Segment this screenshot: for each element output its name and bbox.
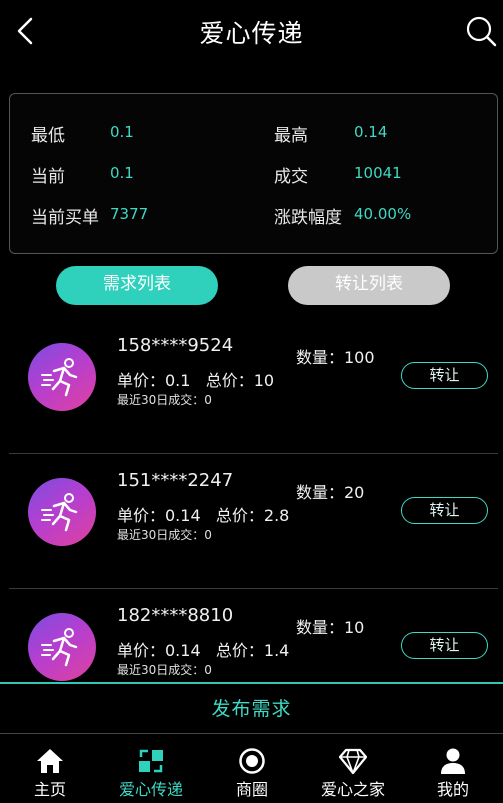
high-value: 0.14 — [354, 123, 388, 141]
transfer-button[interactable]: 转让 — [401, 497, 488, 524]
diamond-icon — [339, 748, 367, 775]
exchange-icon — [139, 749, 163, 773]
tab-transfer-list[interactable]: 转让列表 — [288, 266, 450, 305]
transfer-button[interactable]: 转让 — [401, 632, 488, 659]
total-price: 总价：1.4 — [215, 641, 290, 660]
user-phone: 158****9524 — [117, 335, 234, 356]
nav-item-love-home[interactable]: 爱心之家 — [303, 735, 403, 803]
recent-deals: 最近30日成交：0 — [117, 663, 212, 677]
recent-deals: 最近30日成交：0 — [117, 528, 212, 542]
price-row: 单价：0.1 总价：10 — [117, 367, 274, 391]
total-price: 总价：2.8 — [215, 506, 290, 525]
low-label: 最低 — [31, 126, 65, 146]
bottom-nav: 主页 爱心传递 商圈 爱心之家 我的 — [0, 735, 503, 803]
search-icon — [466, 16, 497, 47]
quantity: 数量：10 — [296, 618, 365, 637]
change-value: 40.00% — [354, 205, 412, 223]
deals-value: 10041 — [354, 164, 402, 182]
recent-deals: 最近30日成交：0 — [117, 393, 212, 407]
list-item: 182****8810 单价：0.14 总价：1.4 最近30日成交：0 数量：… — [9, 588, 498, 682]
user-phone: 151****2247 — [117, 470, 234, 491]
quantity: 数量：100 — [296, 348, 375, 367]
list-item: 151****2247 单价：0.14 总价：2.8 最近30日成交：0 数量：… — [9, 453, 498, 589]
buy-orders-value: 7377 — [110, 205, 149, 223]
low-value: 0.1 — [110, 123, 134, 141]
current-value: 0.1 — [110, 164, 134, 182]
nav-label: 我的 — [436, 780, 469, 799]
nav-item-home[interactable]: 主页 — [0, 735, 100, 803]
running-person-icon — [41, 628, 78, 667]
search-button[interactable] — [464, 14, 498, 48]
circle-target-icon — [239, 748, 265, 774]
total-price: 总价：10 — [205, 371, 275, 390]
demand-list[interactable]: 158****9524 单价：0.1 总价：10 最近30日成交：0 数量：10… — [0, 318, 503, 682]
header: 爱心传递 — [0, 0, 503, 62]
price-row: 单价：0.14 总价：1.4 — [117, 637, 289, 661]
running-person-icon — [41, 493, 78, 532]
nav-item-love-transfer[interactable]: 爱心传递 — [101, 735, 201, 803]
unit-price: 单价：0.14 — [117, 506, 201, 525]
publish-demand-button[interactable]: 发布需求 — [0, 682, 503, 734]
nav-label: 爱心传递 — [118, 780, 183, 799]
high-label: 最高 — [274, 126, 308, 146]
home-icon — [37, 749, 63, 773]
tab-demand-list[interactable]: 需求列表 — [56, 266, 218, 305]
nav-label: 爱心之家 — [320, 780, 385, 799]
avatar — [28, 343, 96, 411]
current-label: 当前 — [31, 167, 65, 187]
page-title: 爱心传递 — [199, 19, 304, 48]
deals-label: 成交 — [274, 167, 308, 187]
nav-item-mine[interactable]: 我的 — [403, 735, 503, 803]
price-row: 单价：0.14 总价：2.8 — [117, 502, 289, 526]
unit-price: 单价：0.1 — [117, 371, 191, 390]
unit-price: 单价：0.14 — [117, 641, 201, 660]
avatar — [28, 478, 96, 546]
market-stats-panel: 最低 0.1 最高 0.14 当前 0.1 成交 10041 当前买单 7377… — [9, 93, 498, 254]
user-phone: 182****8810 — [117, 605, 234, 626]
nav-item-business-circle[interactable]: 商圈 — [202, 735, 302, 803]
transfer-button[interactable]: 转让 — [401, 362, 488, 389]
user-icon — [441, 748, 465, 774]
buy-orders-label: 当前买单 — [31, 208, 99, 228]
running-person-icon — [41, 358, 78, 397]
nav-label: 主页 — [33, 780, 66, 799]
quantity: 数量：20 — [296, 483, 365, 502]
avatar — [28, 613, 96, 681]
change-label: 涨跌幅度 — [274, 208, 342, 228]
nav-label: 商圈 — [235, 780, 268, 799]
list-item: 158****9524 单价：0.1 总价：10 最近30日成交：0 数量：10… — [9, 318, 498, 454]
